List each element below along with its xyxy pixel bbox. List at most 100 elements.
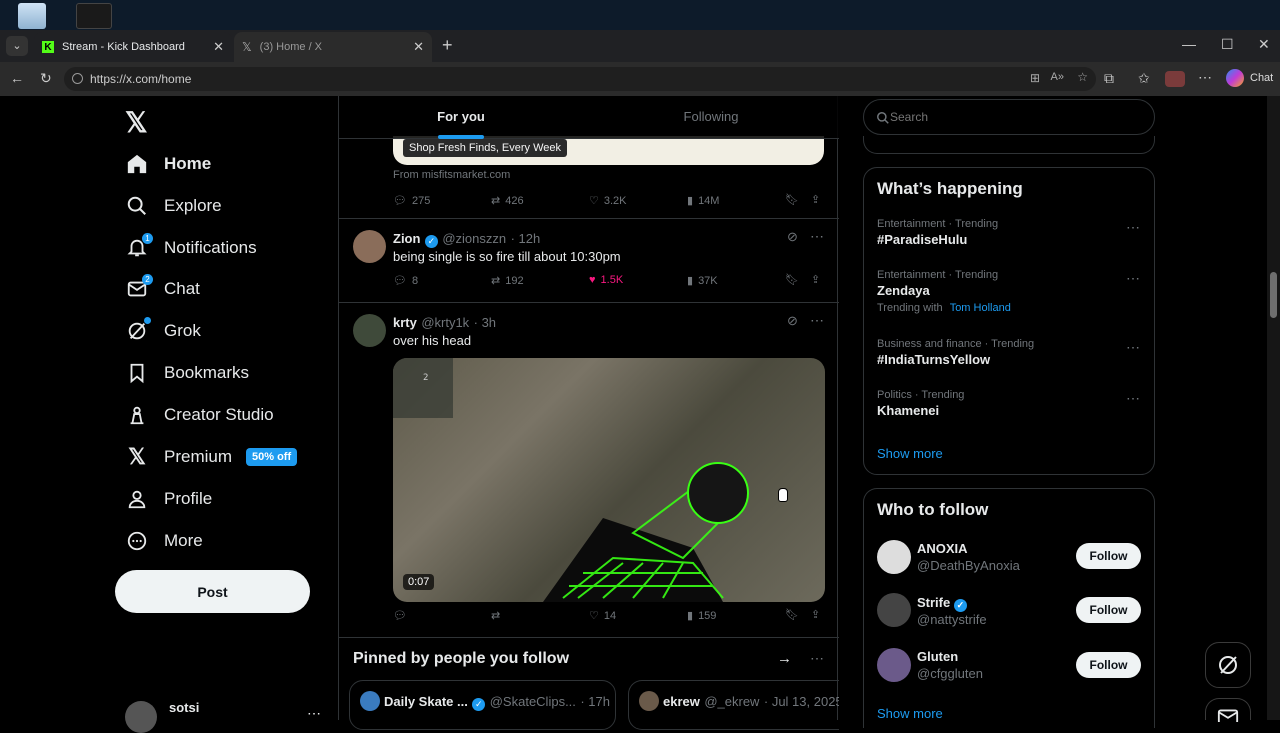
trend-item[interactable]: Entertainment · Trending #ParadiseHulu (877, 218, 1147, 247)
split-screen-icon[interactable]: ⊞ (1030, 71, 1040, 85)
tweet-author-handle[interactable]: @zionszzn (442, 231, 506, 246)
post-button[interactable]: Post (115, 570, 310, 613)
ad-source[interactable]: From misfitsmarket.com (393, 169, 510, 181)
bookmark-button[interactable]: 🔖︎ (785, 273, 799, 286)
nav-notifications[interactable]: 1 Notifications (125, 229, 257, 267)
reply-button[interactable]: 💬︎ 275 (393, 194, 430, 208)
repost-button[interactable]: ⇄ (491, 609, 505, 622)
avatar[interactable] (877, 648, 911, 682)
close-window-icon[interactable]: ✕ (1258, 36, 1270, 53)
account-switcher[interactable]: sotsi ⋯ (125, 699, 325, 733)
views-button[interactable]: ▮ 14M (687, 194, 719, 208)
trend-item[interactable]: Business and finance · Trending #IndiaTu… (877, 338, 1147, 367)
trend-more-icon[interactable]: ⋯ (1126, 339, 1141, 356)
share-button[interactable]: ⇪ (811, 273, 820, 286)
tweet-more-icon[interactable]: ⋯ (810, 312, 824, 329)
nav-home[interactable]: Home (125, 145, 211, 183)
follow-button[interactable]: Follow (1076, 543, 1141, 569)
read-aloud-icon[interactable]: A» (1051, 71, 1064, 83)
pinned-more-icon[interactable]: ⋯ (810, 650, 824, 667)
tab-kick-dashboard[interactable]: K Stream - Kick Dashboard ✕ (34, 32, 232, 62)
share-button[interactable]: ⇪ (811, 193, 820, 206)
follow-button[interactable]: Follow (1076, 652, 1141, 678)
reply-button[interactable]: 💬︎ 8 (393, 274, 418, 288)
suggestion-name[interactable]: Gluten (917, 649, 958, 664)
profile-avatar[interactable] (1165, 71, 1185, 87)
search-input[interactable] (890, 108, 1140, 126)
grok-explain-icon[interactable]: ⊘ (787, 313, 798, 329)
trend-more-icon[interactable]: ⋯ (1126, 270, 1141, 287)
tweet-author-handle[interactable]: @krty1k (421, 315, 469, 330)
tweet[interactable]: Zion ✓ @zionszzn · 12h ⊘ ⋯ being single … (339, 219, 839, 302)
page-scrollbar[interactable] (1267, 96, 1280, 720)
views-button[interactable]: ▮ 37K (687, 274, 718, 288)
reply-button[interactable]: 💬︎ (393, 609, 412, 622)
search-box[interactable] (863, 99, 1155, 135)
back-icon[interactable]: ← (10, 70, 24, 86)
tweet-time[interactable]: · 12h (511, 231, 541, 246)
like-button[interactable]: ♡ 3.2K (589, 194, 627, 208)
avatar[interactable] (353, 314, 386, 347)
repost-button[interactable]: ⇄ 192 (491, 274, 524, 288)
nav-profile[interactable]: Profile (125, 480, 212, 518)
close-tab-icon[interactable]: ✕ (213, 39, 224, 55)
suggestion-name[interactable]: ANOXIA (917, 541, 968, 556)
avatar[interactable] (877, 593, 911, 627)
grok-floating-button[interactable] (1205, 642, 1251, 688)
extensions-icon[interactable]: ⧉ (1104, 70, 1114, 87)
nav-chat[interactable]: 2 Chat (125, 270, 200, 308)
settings-more-icon[interactable]: ⋯ (1198, 69, 1212, 86)
bookmark-button[interactable]: 🔖︎ (785, 193, 799, 206)
trend-more-icon[interactable]: ⋯ (1126, 390, 1141, 407)
follow-button[interactable]: Follow (1076, 597, 1141, 623)
trending-with-link[interactable]: Tom Holland (950, 302, 1011, 314)
arrow-right-icon[interactable]: → (777, 650, 792, 667)
tab-list-button[interactable]: ⌄ (6, 36, 28, 56)
tweet[interactable]: krty @krty1k · 3h ⊘ ⋯ over his head 2 0:… (339, 303, 839, 637)
show-more-link[interactable]: Show more (877, 706, 943, 721)
favorites-icon[interactable]: ✩ (1138, 70, 1150, 87)
tab-x-home[interactable]: 𝕏 (3) Home / X ✕ (234, 32, 432, 62)
tab-for-you[interactable]: For you (339, 96, 583, 139)
suggestion-name[interactable]: Strife (917, 595, 950, 610)
site-info-icon[interactable] (72, 73, 83, 84)
new-tab-icon[interactable]: + (442, 35, 453, 56)
tweet-more-icon[interactable]: ⋯ (810, 228, 824, 245)
close-tab-icon[interactable]: ✕ (413, 39, 424, 55)
nav-premium[interactable]: 𝕏 Premium 50% off (125, 438, 298, 476)
refresh-icon[interactable]: ↻ (40, 70, 52, 87)
tweet-author-name[interactable]: krty (393, 315, 417, 330)
copilot-chat-button[interactable]: Chat (1226, 69, 1273, 87)
ad-image[interactable]: Shop Fresh Finds, Every Week (393, 136, 824, 165)
x-logo-icon[interactable]: 𝕏 (125, 106, 148, 139)
show-more-link[interactable]: Show more (877, 446, 943, 461)
like-button[interactable]: ♡ 14 (589, 609, 616, 623)
maximize-icon[interactable]: ☐ (1221, 36, 1234, 53)
url-input[interactable]: https://x.com/home ⊞ A» ☆ (64, 67, 1096, 91)
share-button[interactable]: ⇪ (811, 608, 820, 621)
recycle-bin-icon[interactable] (18, 3, 46, 29)
trend-more-icon[interactable]: ⋯ (1126, 219, 1141, 236)
nav-more[interactable]: More (125, 522, 203, 560)
favorite-star-icon[interactable]: ☆ (1077, 70, 1088, 84)
repost-button[interactable]: ⇄ 426 (491, 194, 524, 208)
grok-explain-icon[interactable]: ⊘ (787, 229, 798, 245)
nav-grok[interactable]: Grok (125, 312, 201, 350)
avatar[interactable] (353, 230, 386, 263)
tweet-author-name[interactable]: Zion (393, 231, 420, 246)
account-more-icon[interactable]: ⋯ (307, 705, 321, 722)
nav-explore[interactable]: Explore (125, 187, 222, 225)
nav-bookmarks[interactable]: Bookmarks (125, 354, 249, 392)
bookmark-button[interactable]: 🔖︎ (785, 608, 799, 621)
tweet-time[interactable]: · 3h (474, 315, 496, 330)
like-button[interactable]: ♥ 1.5K (589, 274, 623, 286)
minimize-icon[interactable]: — (1182, 36, 1196, 52)
scrollbar-thumb[interactable] (1270, 272, 1277, 318)
trend-item[interactable]: Entertainment · Trending Zendaya Trendin… (877, 269, 1147, 314)
nav-creator-studio[interactable]: Creator Studio (125, 396, 274, 434)
pinned-card[interactable]: Daily Skate ... ✓ @SkateClips... · 17h (349, 680, 616, 730)
tab-following[interactable]: Following (589, 96, 833, 139)
avatar[interactable] (877, 540, 911, 574)
arc-raiders-icon[interactable] (76, 3, 112, 29)
views-button[interactable]: ▮ 159 (687, 609, 716, 623)
